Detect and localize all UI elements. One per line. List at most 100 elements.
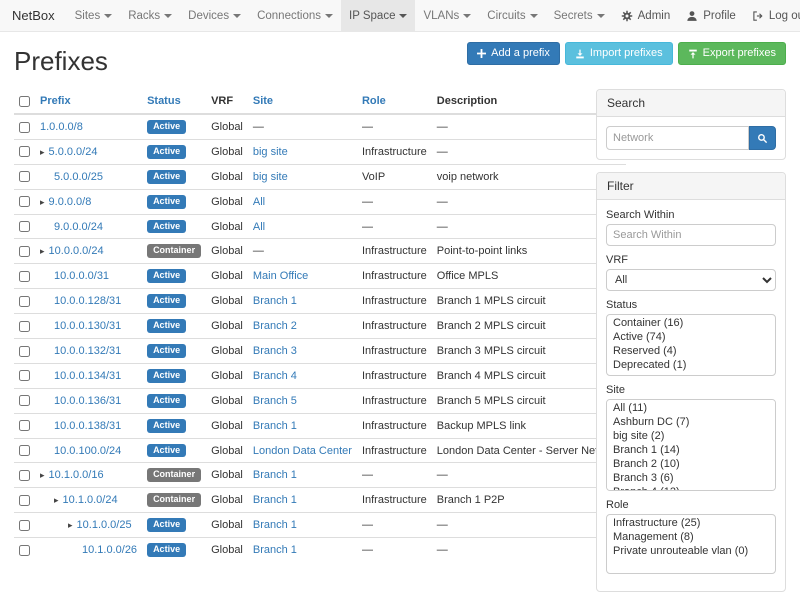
prefix-link[interactable]: 10.1.0.0/26 — [82, 544, 137, 556]
nav-item-devices[interactable]: Devices — [180, 0, 249, 31]
status-filter-option[interactable]: Container (16) — [607, 316, 775, 330]
status-filter-listbox[interactable]: Container (16)Active (74)Reserved (4)Dep… — [606, 314, 776, 376]
status-filter-option[interactable]: Deprecated (1) — [607, 358, 775, 372]
column-header-role[interactable]: Role — [357, 89, 432, 114]
row-checkbox[interactable] — [19, 146, 30, 157]
row-checkbox[interactable] — [19, 495, 30, 506]
expand-arrow-icon[interactable]: ▸ — [40, 197, 45, 207]
site-link[interactable]: Branch 1 — [253, 295, 297, 307]
site-link[interactable]: All — [253, 196, 265, 208]
status-filter-option[interactable]: Active (74) — [607, 330, 775, 344]
export-prefixes-button[interactable]: Export prefixes — [678, 42, 786, 65]
site-filter-option[interactable]: Branch 4 (12) — [607, 485, 775, 491]
nav-item-ip-space[interactable]: IP Space — [341, 0, 415, 31]
row-checkbox[interactable] — [19, 321, 30, 332]
nav-item-racks[interactable]: Racks — [120, 0, 180, 31]
search-input[interactable] — [606, 126, 749, 150]
role-filter-listbox[interactable]: Infrastructure (25)Management (8)Private… — [606, 514, 776, 574]
import-prefixes-button[interactable]: Import prefixes — [565, 42, 673, 65]
site-filter-option[interactable]: Branch 1 (14) — [607, 443, 775, 457]
column-header-prefix[interactable]: Prefix — [35, 89, 142, 114]
status-filter-option[interactable]: Reserved (4) — [607, 344, 775, 358]
prefix-link[interactable]: 10.0.0.130/31 — [54, 320, 121, 332]
vrf-select[interactable]: All — [606, 269, 776, 291]
row-checkbox[interactable] — [19, 296, 30, 307]
site-link[interactable]: Branch 1 — [253, 469, 297, 481]
nav-item-sites[interactable]: Sites — [67, 0, 121, 31]
prefix-link[interactable]: 5.0.0.0/24 — [49, 146, 98, 158]
prefix-link[interactable]: 10.1.0.0/16 — [49, 469, 104, 481]
prefix-link[interactable]: 10.1.0.0/24 — [63, 494, 118, 506]
role-filter-option[interactable]: Infrastructure (25) — [607, 516, 775, 530]
site-filter-option[interactable]: Branch 3 (6) — [607, 471, 775, 485]
row-checkbox[interactable] — [19, 420, 30, 431]
prefix-link[interactable]: 5.0.0.0/25 — [54, 171, 103, 183]
prefix-link[interactable]: 10.0.0.128/31 — [54, 295, 121, 307]
row-checkbox[interactable] — [19, 445, 30, 456]
site-link[interactable]: Main Office — [253, 270, 308, 282]
expand-arrow-icon[interactable]: ▸ — [40, 147, 45, 157]
row-checkbox[interactable] — [19, 520, 30, 531]
prefix-link[interactable]: 1.0.0.0/8 — [40, 121, 83, 133]
site-link[interactable]: big site — [253, 171, 288, 183]
site-link[interactable]: All — [253, 221, 265, 233]
search-button[interactable] — [749, 126, 776, 150]
search-within-input[interactable] — [606, 224, 776, 246]
expand-arrow-icon[interactable]: ▸ — [40, 470, 45, 480]
prefix-link[interactable]: 10.0.0.136/31 — [54, 395, 121, 407]
site-filter-listbox[interactable]: All (11)Ashburn DC (7)big site (2)Branch… — [606, 399, 776, 491]
prefix-link[interactable]: 10.1.0.0/25 — [77, 519, 132, 531]
row-checkbox[interactable] — [19, 171, 30, 182]
role-filter-option[interactable]: Management (8) — [607, 530, 775, 544]
prefix-link[interactable]: 10.0.0.134/31 — [54, 370, 121, 382]
expand-arrow-icon[interactable]: ▸ — [40, 246, 45, 256]
nav-item-connections[interactable]: Connections — [249, 0, 341, 31]
prefix-link[interactable]: 10.0.0.0/24 — [49, 245, 104, 257]
expand-arrow-icon[interactable]: ▸ — [54, 495, 59, 505]
nav-item-vlans[interactable]: VLANs — [415, 0, 479, 31]
site-link[interactable]: London Data Center — [253, 445, 352, 457]
site-filter-option[interactable]: All (11) — [607, 401, 775, 415]
brand-logo[interactable]: NetBox — [10, 0, 67, 31]
site-link[interactable]: Branch 5 — [253, 395, 297, 407]
column-header-site[interactable]: Site — [248, 89, 357, 114]
row-checkbox[interactable] — [19, 122, 30, 133]
prefix-link[interactable]: 10.0.0.132/31 — [54, 345, 121, 357]
site-filter-option[interactable]: Ashburn DC (7) — [607, 415, 775, 429]
row-checkbox[interactable] — [19, 271, 30, 282]
nav-item-profile[interactable]: Profile — [678, 0, 744, 31]
site-filter-option[interactable]: big site (2) — [607, 429, 775, 443]
row-checkbox[interactable] — [19, 196, 30, 207]
site-link[interactable]: Branch 1 — [253, 519, 297, 531]
prefix-link[interactable]: 9.0.0.0/8 — [49, 196, 92, 208]
row-checkbox[interactable] — [19, 246, 30, 257]
prefix-link[interactable]: 10.0.0.138/31 — [54, 420, 121, 432]
site-link[interactable]: Branch 3 — [253, 345, 297, 357]
nav-item-circuits[interactable]: Circuits — [479, 0, 545, 31]
expand-arrow-icon[interactable]: ▸ — [68, 520, 73, 530]
prefix-link[interactable]: 9.0.0.0/24 — [54, 221, 103, 233]
site-link[interactable]: Branch 2 — [253, 320, 297, 332]
row-checkbox[interactable] — [19, 395, 30, 406]
site-filter-option[interactable]: Branch 2 (10) — [607, 457, 775, 471]
select-all-checkbox[interactable] — [19, 96, 30, 107]
row-checkbox[interactable] — [19, 221, 30, 232]
table-row: 1.0.0.0/8ActiveGlobal——— — [14, 114, 626, 139]
row-checkbox[interactable] — [19, 346, 30, 357]
nav-item-admin[interactable]: Admin — [613, 0, 679, 31]
site-link[interactable]: big site — [253, 146, 288, 158]
nav-item-log-out[interactable]: Log out — [744, 0, 800, 31]
prefix-link[interactable]: 10.0.100.0/24 — [54, 445, 121, 457]
nav-item-secrets[interactable]: Secrets — [546, 0, 613, 31]
row-checkbox[interactable] — [19, 370, 30, 381]
site-link[interactable]: Branch 4 — [253, 370, 297, 382]
column-header-status[interactable]: Status — [142, 89, 206, 114]
site-link[interactable]: Branch 1 — [253, 494, 297, 506]
site-link[interactable]: Branch 1 — [253, 420, 297, 432]
add-prefix-button[interactable]: Add a prefix — [467, 42, 560, 65]
role-filter-option[interactable]: Private unrouteable vlan (0) — [607, 544, 775, 558]
row-checkbox[interactable] — [19, 470, 30, 481]
row-checkbox[interactable] — [19, 545, 30, 556]
prefix-link[interactable]: 10.0.0.0/31 — [54, 270, 109, 282]
site-link[interactable]: Branch 1 — [253, 544, 297, 556]
